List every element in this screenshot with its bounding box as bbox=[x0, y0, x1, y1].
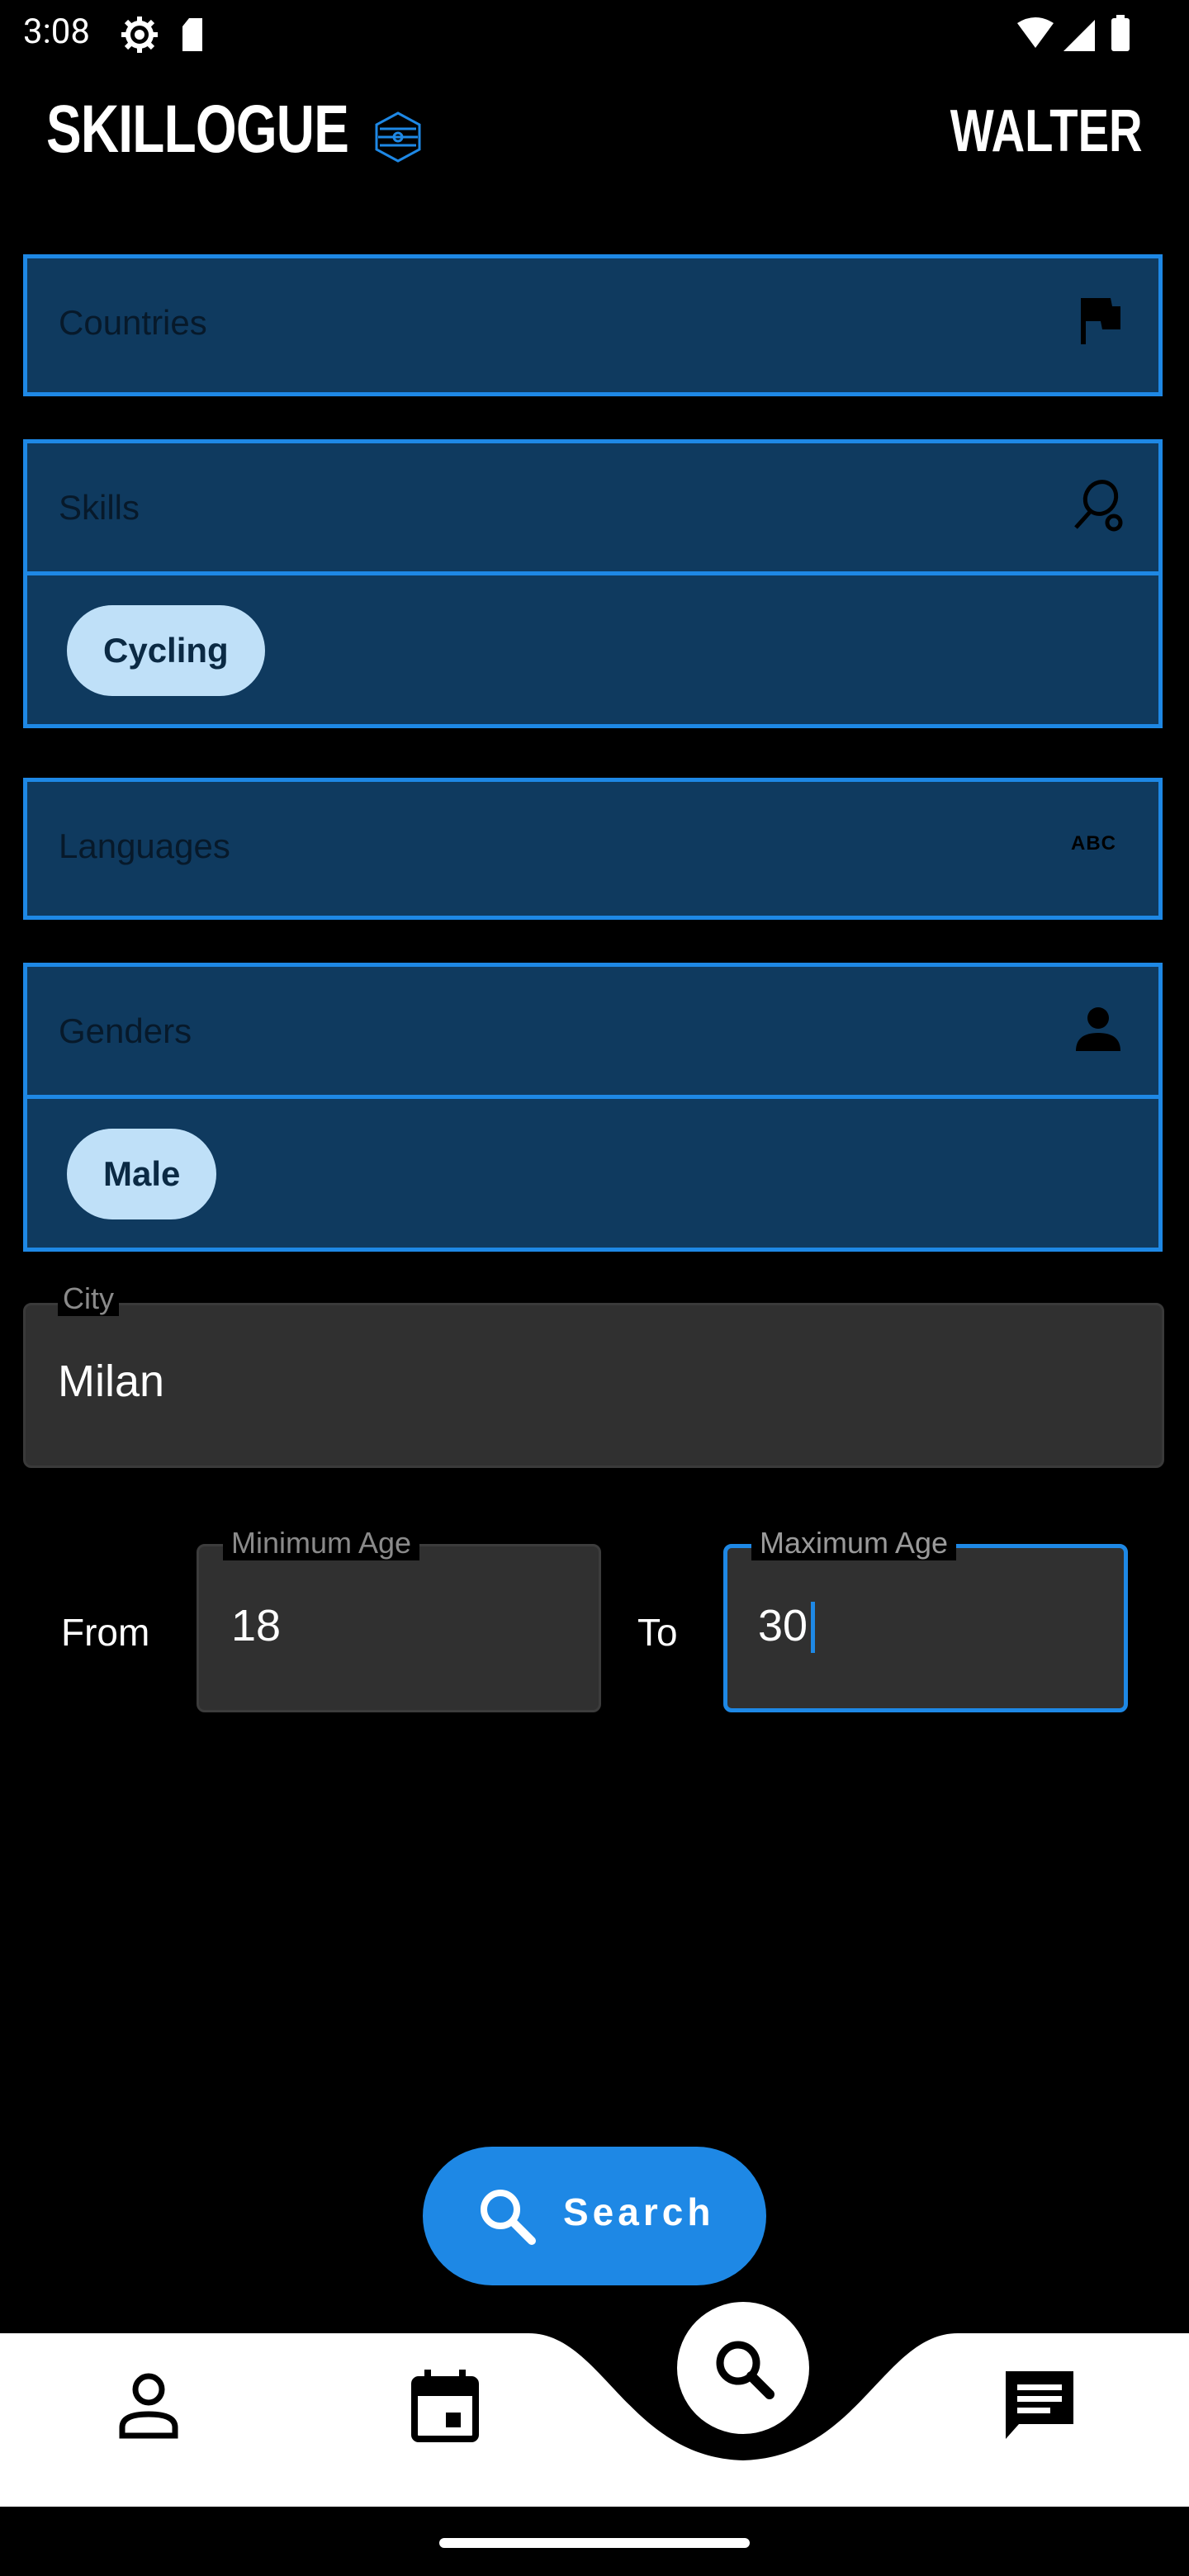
svg-text:ABC: ABC bbox=[1071, 832, 1116, 855]
skills-filter[interactable]: Skills Cycling bbox=[23, 439, 1163, 728]
skills-label: Skills bbox=[59, 488, 140, 527]
maximum-age-value[interactable]: 30 bbox=[758, 1600, 808, 1651]
nav-calendar[interactable] bbox=[410, 2368, 481, 2448]
battery-icon bbox=[1111, 18, 1130, 51]
nav-profile[interactable] bbox=[116, 2370, 182, 2445]
languages-label: Languages bbox=[59, 826, 230, 865]
user-name[interactable]: WALTER bbox=[950, 97, 1143, 165]
minimum-age-value[interactable]: 18 bbox=[231, 1600, 281, 1651]
genders-header[interactable]: Genders bbox=[27, 967, 1158, 1099]
app-title: SKILLOGUE bbox=[46, 92, 349, 167]
gender-chip[interactable]: Male bbox=[67, 1129, 217, 1219]
nav-search[interactable] bbox=[677, 2302, 809, 2434]
skills-header[interactable]: Skills bbox=[27, 443, 1158, 575]
brand-logo-icon bbox=[373, 111, 423, 168]
city-label: City bbox=[58, 1281, 119, 1316]
skills-icon bbox=[1074, 480, 1123, 532]
status-icons-left bbox=[120, 15, 211, 59]
countries-label: Countries bbox=[59, 303, 207, 342]
calendar-icon bbox=[411, 2370, 479, 2442]
genders-chips: Male bbox=[27, 1099, 1158, 1248]
countries-filter[interactable]: Countries bbox=[23, 254, 1163, 396]
genders-filter[interactable]: Genders Male bbox=[23, 963, 1163, 1252]
languages-filter[interactable]: Languages ABC bbox=[23, 778, 1163, 920]
search-icon bbox=[716, 2341, 775, 2399]
maximum-age-label: Maximum Age bbox=[751, 1526, 957, 1560]
search-button[interactable]: Search bbox=[423, 2147, 766, 2285]
text-cursor bbox=[811, 1602, 815, 1653]
status-time: 3:08 bbox=[23, 12, 90, 52]
chat-icon bbox=[1006, 2371, 1073, 2439]
to-label: To bbox=[637, 1611, 678, 1654]
search-button-label: Search bbox=[563, 2190, 715, 2233]
profile-icon bbox=[119, 2373, 178, 2439]
search-icon bbox=[481, 2190, 536, 2245]
city-field[interactable] bbox=[23, 1303, 1164, 1468]
signal-icon bbox=[1063, 20, 1095, 51]
status-icons-right bbox=[1016, 15, 1139, 59]
wifi-icon bbox=[1017, 17, 1054, 48]
person-icon bbox=[1076, 1007, 1120, 1051]
skills-chips: Cycling bbox=[27, 575, 1158, 724]
abc-icon: ABC bbox=[1071, 832, 1116, 855]
settings-icon bbox=[121, 17, 202, 53]
minimum-age-label: Minimum Age bbox=[223, 1526, 420, 1560]
home-indicator[interactable] bbox=[439, 2538, 750, 2548]
city-value[interactable]: Milan bbox=[58, 1356, 164, 1407]
flag-icon bbox=[1081, 298, 1120, 344]
genders-label: Genders bbox=[59, 1011, 192, 1050]
skill-chip[interactable]: Cycling bbox=[67, 605, 265, 696]
nav-chat[interactable] bbox=[1001, 2366, 1078, 2448]
from-label: From bbox=[61, 1611, 150, 1654]
